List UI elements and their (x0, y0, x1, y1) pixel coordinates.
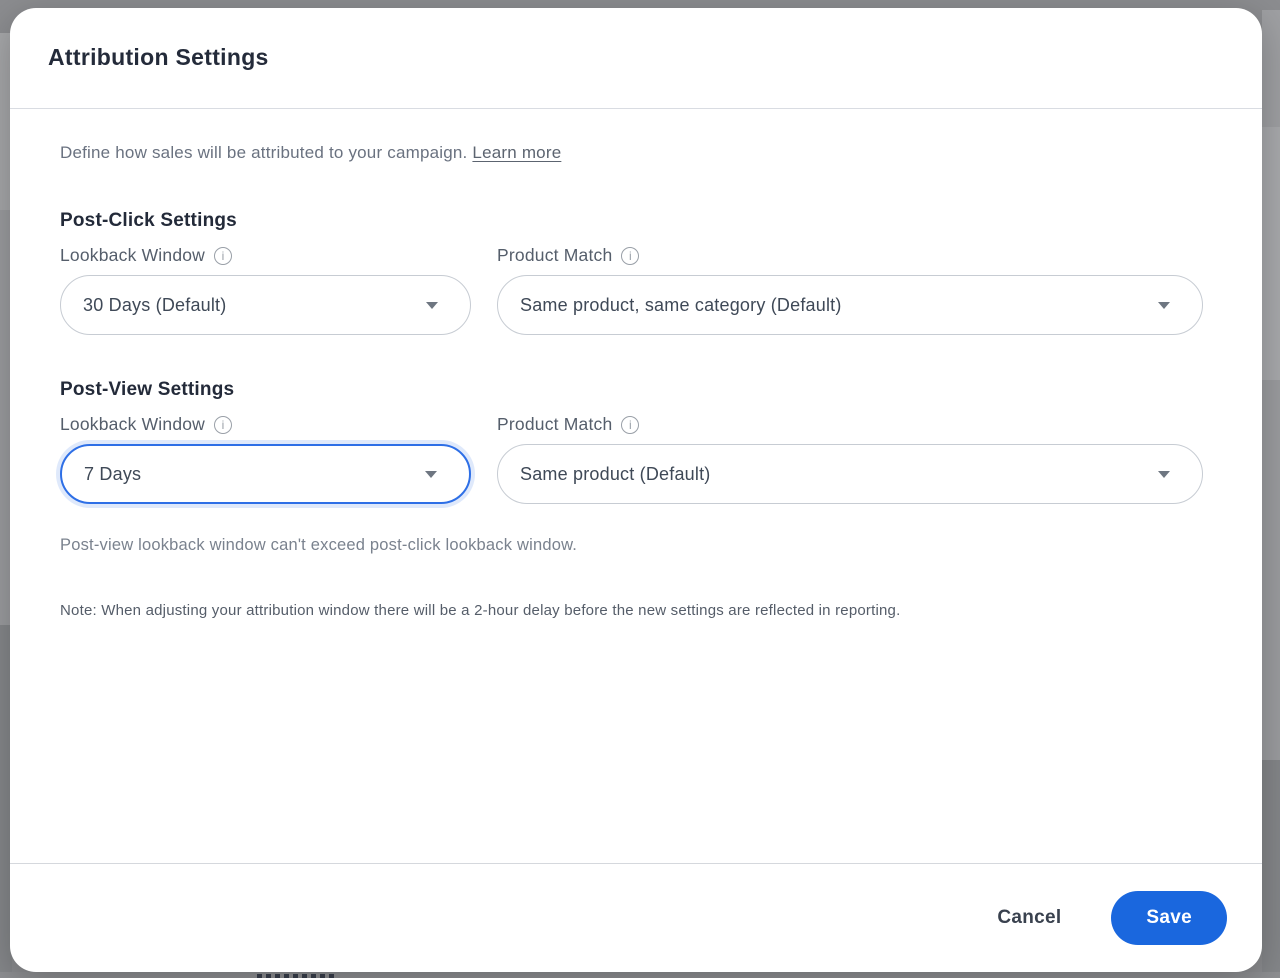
post-click-lookback-value: 30 Days (Default) (83, 295, 414, 316)
modal-description: Define how sales will be attributed to y… (60, 143, 1212, 163)
chevron-down-icon (1158, 302, 1170, 309)
post-view-heading: Post-View Settings (60, 379, 1212, 401)
info-icon[interactable]: i (621, 247, 639, 265)
chevron-down-icon (425, 471, 437, 478)
post-click-product-match-value: Same product, same category (Default) (520, 295, 1146, 316)
post-click-lookback-label: Lookback Window (60, 245, 205, 266)
modal-footer: Cancel Save (10, 863, 1262, 972)
post-view-lookback-label: Lookback Window (60, 414, 205, 435)
post-view-product-match-field: Product Match i Same product (Default) (497, 414, 1203, 504)
post-view-lookback-field: Lookback Window i 7 Days (60, 414, 471, 504)
modal-body: Define how sales will be attributed to y… (10, 109, 1262, 863)
cancel-button[interactable]: Cancel (997, 907, 1061, 929)
post-view-lookback-select[interactable]: 7 Days (60, 444, 471, 504)
post-view-product-match-value: Same product (Default) (520, 464, 1146, 485)
modal-header: Attribution Settings (10, 8, 1262, 109)
attribution-note-text: Note: When adjusting your attribution wi… (60, 602, 1212, 619)
post-click-product-match-field: Product Match i Same product, same categ… (497, 245, 1203, 335)
attribution-settings-modal: Attribution Settings Define how sales wi… (10, 8, 1262, 972)
background-page-text-fragment (257, 974, 335, 978)
info-icon[interactable]: i (214, 416, 232, 434)
post-view-product-match-label: Product Match (497, 414, 612, 435)
post-click-lookback-field: Lookback Window i 30 Days (Default) (60, 245, 471, 335)
post-click-product-match-select[interactable]: Same product, same category (Default) (497, 275, 1203, 335)
chevron-down-icon (426, 302, 438, 309)
post-view-settings-section: Post-View Settings Lookback Window i 7 D… (60, 379, 1212, 504)
post-click-heading: Post-Click Settings (60, 210, 1212, 232)
post-click-settings-section: Post-Click Settings Lookback Window i 30… (60, 210, 1212, 335)
info-icon[interactable]: i (621, 416, 639, 434)
description-text: Define how sales will be attributed to y… (60, 143, 467, 162)
page-backdrop-bottom (0, 972, 1280, 978)
post-click-lookback-select[interactable]: 30 Days (Default) (60, 275, 471, 335)
page-backdrop-right (1262, 0, 1280, 978)
post-view-lookback-value: 7 Days (84, 464, 413, 485)
chevron-down-icon (1158, 471, 1170, 478)
learn-more-link[interactable]: Learn more (472, 143, 561, 162)
post-view-product-match-select[interactable]: Same product (Default) (497, 444, 1203, 504)
post-click-product-match-label: Product Match (497, 245, 612, 266)
modal-title: Attribution Settings (48, 44, 1224, 71)
info-icon[interactable]: i (214, 247, 232, 265)
save-button[interactable]: Save (1111, 891, 1227, 945)
post-view-helper-text: Post-view lookback window can't exceed p… (60, 536, 1212, 555)
